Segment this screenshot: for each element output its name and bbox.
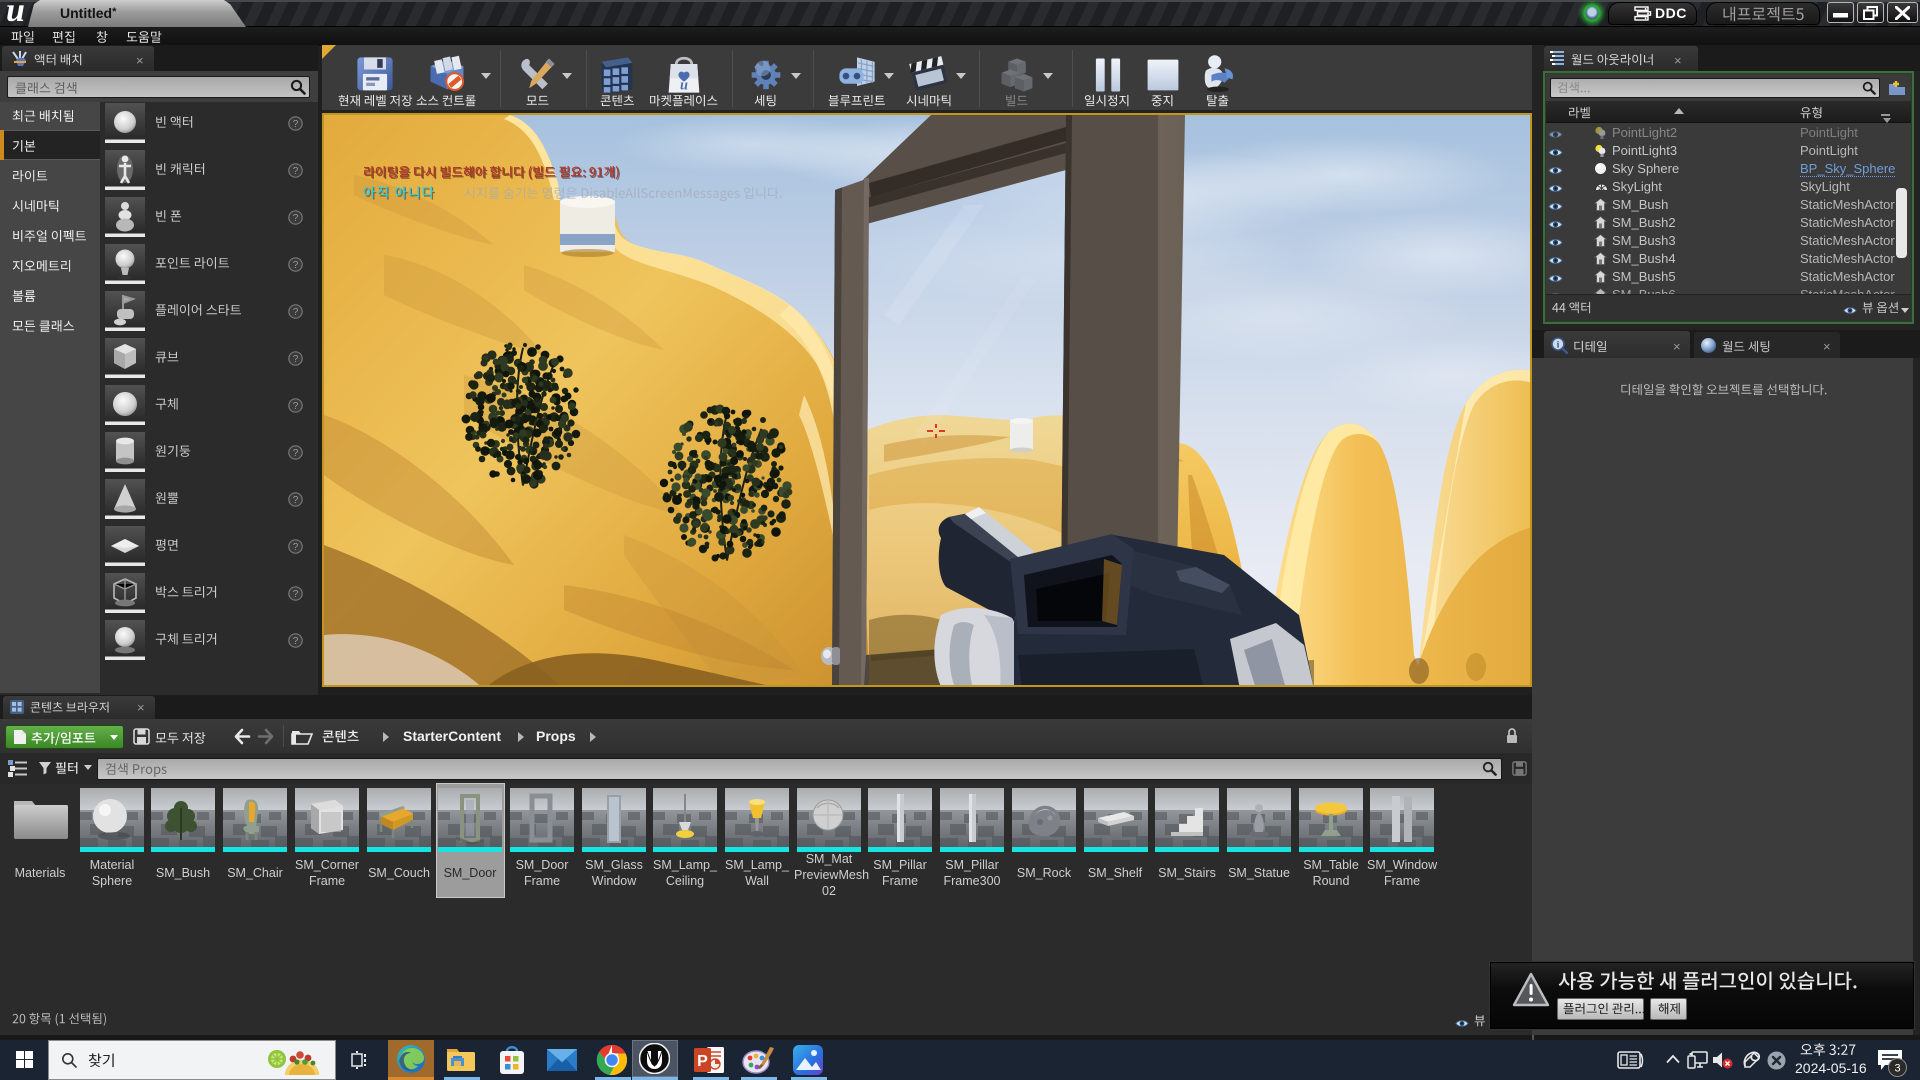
svg-text:?: ? [293,589,299,600]
svg-text:?: ? [293,307,299,318]
svg-text:P: P [697,1053,708,1070]
svg-text:?: ? [293,119,299,130]
svg-text:?: ? [293,448,299,459]
svg-text:?: ? [293,495,299,506]
svg-text:?: ? [293,542,299,553]
svg-text:?: ? [293,636,299,647]
svg-text:?: ? [293,166,299,177]
svg-text:?: ? [293,213,299,224]
svg-text:?: ? [293,354,299,365]
svg-text:3: 3 [1894,1063,1900,1075]
svg-text:?: ? [293,260,299,271]
svg-text:u: u [680,77,688,93]
svg-text:?: ? [293,401,299,412]
